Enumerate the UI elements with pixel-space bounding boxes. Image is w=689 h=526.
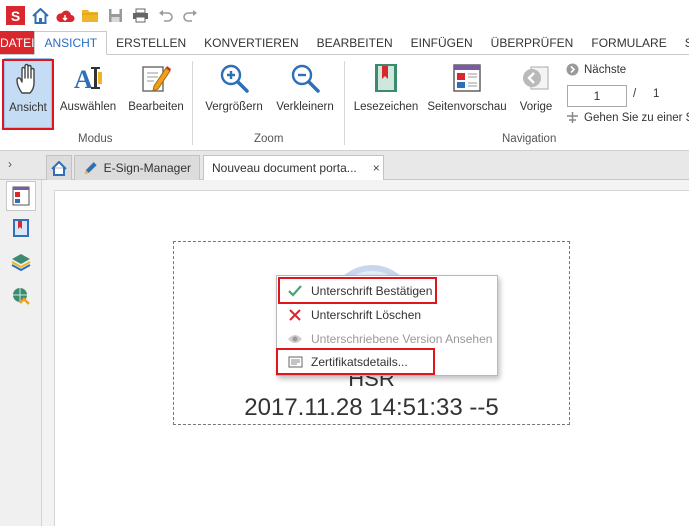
tab-konvertieren[interactable]: KONVERTIEREN [195, 31, 307, 54]
page-number-input[interactable]: 1 [567, 85, 627, 107]
bearbeiten-button[interactable]: Bearbeiten [124, 58, 188, 128]
highlight-zertifikatsdetails [276, 348, 435, 375]
tab-sicherheit[interactable]: SICH [676, 31, 689, 54]
highlight-ansicht-button [2, 59, 54, 130]
goto-page-label: Gehen Sie zu einer S [584, 111, 689, 124]
vorige-button[interactable]: Vorige [514, 58, 558, 128]
page-thumbnail-icon [12, 186, 30, 206]
tab-nouveau-document[interactable]: Nouveau document porta... × [203, 155, 384, 180]
tab-e-sign-manager-label: E-Sign-Manager [103, 161, 191, 175]
seitenvorschau-label: Seitenvorschau [427, 101, 507, 113]
eye-icon [287, 331, 303, 347]
tab-einfuegen[interactable]: EINFÜGEN [402, 31, 482, 54]
page-total: 1 [653, 88, 660, 100]
goto-page-icon [567, 112, 578, 123]
ribbon-separator [192, 61, 193, 145]
auswaehlen-label: Auswählen [59, 101, 117, 113]
ribbon-panel: Ansicht A Auswählen Bearbeiten Modus Ver… [0, 55, 689, 151]
ribbon-tab-bar: DATEI ANSICHT ERSTELLEN KONVERTIEREN BEA… [0, 31, 689, 55]
folder-icon[interactable] [80, 6, 100, 26]
tab-erstellen[interactable]: ERSTELLEN [107, 31, 195, 54]
tab-e-sign-manager[interactable]: E-Sign-Manager [74, 155, 200, 180]
delete-x-icon [287, 307, 303, 323]
tab-bearbeiten[interactable]: BEARBEITEN [308, 31, 402, 54]
sidebar-layers-button[interactable] [6, 247, 36, 277]
vorige-label: Vorige [519, 101, 553, 113]
next-page-icon [566, 63, 579, 76]
tab-ueberpruefen[interactable]: ÜBERPRÜFEN [482, 31, 583, 54]
auswaehlen-button[interactable]: A Auswählen [57, 58, 119, 128]
home-icon [51, 160, 67, 176]
tab-ansicht[interactable]: ANSICHT [34, 31, 108, 55]
previous-page-icon [519, 61, 553, 95]
verkleinern-button[interactable]: Verkleinern [272, 58, 338, 128]
highlight-unterschrift-bestaetigen [278, 277, 437, 304]
text-select-icon: A [71, 61, 105, 95]
print-icon[interactable] [130, 6, 150, 26]
edit-icon [139, 61, 173, 95]
verkleinern-label: Verkleinern [276, 101, 334, 113]
left-sidebar [0, 180, 42, 526]
menu-item-label: Unterschrift Löschen [311, 308, 422, 322]
zoom-in-icon [217, 61, 251, 95]
sidebar-attachments-button[interactable] [6, 281, 36, 311]
signature-datetime: 2017.11.28 14:51:33 --5 [244, 394, 499, 421]
layers-icon [11, 254, 31, 272]
document-tab-bar: › E-Sign-Manager Nouveau document porta.… [0, 151, 689, 180]
naechste-button[interactable]: Nächste [566, 63, 626, 76]
bookmark-icon [13, 219, 29, 237]
group-label-zoom: Zoom [254, 133, 284, 145]
menu-item-label: Unterschriebene Version Ansehen [311, 332, 493, 346]
globe-link-icon [13, 288, 30, 305]
tab-formulare[interactable]: FORMULARE [582, 31, 675, 54]
vergroessern-button[interactable]: Vergrößern [200, 58, 268, 128]
home-tab[interactable] [46, 155, 72, 180]
app-logo: S [6, 6, 25, 25]
page-thumbnail-icon [450, 61, 484, 95]
page-separator: / [633, 88, 637, 100]
tab-datei[interactable]: DATEI [0, 31, 35, 54]
seitenvorschau-button[interactable]: Seitenvorschau [424, 58, 510, 128]
group-label-modus: Modus [78, 133, 113, 145]
goto-page-button[interactable]: Gehen Sie zu einer S [566, 111, 689, 124]
ribbon-separator [344, 61, 345, 145]
undo-icon[interactable] [155, 6, 175, 26]
quick-access-toolbar: S [0, 0, 689, 31]
menu-item-unterschrift-loeschen[interactable]: Unterschrift Löschen [277, 303, 497, 327]
vergroessern-label: Vergrößern [205, 101, 263, 113]
tab-nouveau-document-label: Nouveau document porta... [212, 161, 357, 175]
sidebar-page-thumbnails-button[interactable] [6, 181, 36, 211]
lesezeichen-label: Lesezeichen [353, 101, 419, 113]
redo-icon[interactable] [180, 6, 200, 26]
cloud-icon[interactable] [55, 6, 75, 26]
sidebar-toggle-button[interactable]: › [8, 157, 12, 171]
svg-text:A: A [74, 65, 93, 93]
zoom-out-icon [288, 61, 322, 95]
close-tab-icon[interactable]: × [373, 161, 380, 175]
pen-icon [84, 161, 97, 174]
bookmark-icon [369, 61, 403, 95]
home-icon[interactable] [30, 6, 50, 26]
naechste-label: Nächste [584, 63, 627, 76]
save-icon[interactable] [105, 6, 125, 26]
bearbeiten-label: Bearbeiten [128, 101, 184, 113]
lesezeichen-button[interactable]: Lesezeichen [352, 58, 420, 128]
group-label-navigation: Navigation [502, 133, 557, 145]
sidebar-bookmarks-button[interactable] [6, 213, 36, 243]
